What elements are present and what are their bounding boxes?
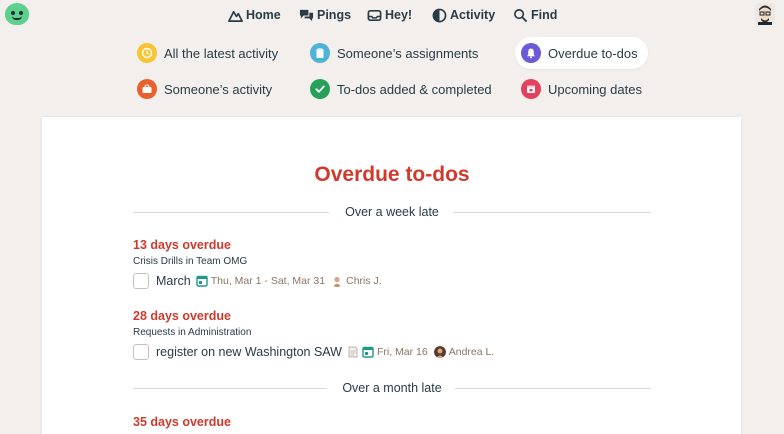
- nav-home-label: Home: [246, 8, 281, 22]
- assignee-name: Chris J.: [346, 275, 382, 287]
- todo-item: register on new Washington SAW Fri, Mar …: [133, 343, 500, 361]
- todo-title[interactable]: register on new Washington SAW: [156, 345, 342, 359]
- notes-icon: [348, 346, 358, 358]
- filter-label: Someone’s activity: [164, 81, 273, 97]
- todo-checkbox[interactable]: [133, 344, 149, 360]
- page-title: Overdue to-dos: [314, 163, 470, 186]
- calendar-icon: [362, 346, 374, 358]
- chat-bubbles-icon: [299, 9, 314, 21]
- checkmark-icon: [310, 79, 330, 99]
- todo-dates: Fri, Mar 16: [376, 346, 428, 358]
- briefcase-icon: [137, 79, 157, 99]
- bell-icon: [521, 43, 541, 63]
- search-icon: [514, 8, 528, 22]
- section-divider-month: Over a month late: [133, 381, 651, 395]
- user-avatar[interactable]: [755, 3, 775, 25]
- overdue-label: 13 days overdue: [133, 238, 231, 252]
- filter-label: Upcoming dates: [548, 81, 642, 97]
- top-bar: Home Pings Hey! Activity Find: [0, 0, 784, 30]
- filter-someones-assignments[interactable]: Someone’s assignments: [304, 37, 488, 69]
- filter-todos-added-completed[interactable]: To-dos added & completed: [304, 73, 502, 105]
- overdue-label: 35 days overdue: [133, 415, 231, 429]
- todo-dates: Thu, Mar 1 - Sat, Mar 31: [210, 275, 326, 287]
- filter-overdue-todos[interactable]: Overdue to-dos: [515, 37, 648, 69]
- nav-activity-label: Activity: [450, 8, 496, 22]
- assignee-avatar-icon: [433, 346, 446, 358]
- filter-label: Someone’s assignments: [337, 45, 479, 61]
- project-label[interactable]: Crisis Drills in Team OMG: [133, 256, 247, 267]
- nav-hey-label: Hey!: [385, 8, 413, 22]
- nav-activity[interactable]: Activity: [432, 5, 495, 25]
- project-label[interactable]: Requests in Administration: [133, 327, 251, 338]
- main-nav: Home Pings Hey! Activity Find: [0, 5, 784, 25]
- todo-item: March Thu, Mar 1 - Sat, Mar 31 Chris J.: [133, 272, 388, 290]
- filter-label: All the latest activity: [164, 45, 279, 61]
- section-divider-week: Over a week late: [133, 205, 651, 219]
- calendar-icon: [196, 275, 208, 287]
- section-heading: Over a week late: [345, 205, 439, 219]
- filter-label: Overdue to-dos: [548, 45, 638, 61]
- filter-label: To-dos added & completed: [337, 81, 492, 97]
- user-face-icon: [755, 3, 775, 25]
- todo-title[interactable]: March: [156, 274, 191, 288]
- assignee[interactable]: Chris J.: [331, 275, 388, 287]
- filter-latest-activity[interactable]: All the latest activity: [131, 37, 288, 69]
- calendar-icon: [521, 79, 541, 99]
- filter-upcoming-dates[interactable]: Upcoming dates: [515, 73, 652, 105]
- assignee-name: Andrea L.: [448, 346, 495, 358]
- overdue-label: 28 days overdue: [133, 309, 231, 323]
- clock-icon: [137, 43, 157, 63]
- filter-someones-activity[interactable]: Someone’s activity: [131, 73, 282, 105]
- nav-find-label: Find: [531, 8, 558, 22]
- nav-home[interactable]: Home: [228, 5, 281, 25]
- mountain-icon: [228, 10, 243, 22]
- nav-find[interactable]: Find: [513, 5, 557, 25]
- assignee[interactable]: Andrea L.: [433, 346, 501, 358]
- todo-checkbox[interactable]: [133, 273, 149, 289]
- nav-pings[interactable]: Pings: [299, 5, 351, 25]
- inbox-icon: [367, 9, 382, 21]
- nav-hey[interactable]: Hey!: [367, 5, 412, 25]
- assignee-avatar-icon: [332, 276, 342, 287]
- clipboard-icon: [310, 43, 330, 63]
- section-heading: Over a month late: [342, 381, 442, 395]
- activity-half-circle-icon: [432, 8, 447, 22]
- nav-pings-label: Pings: [317, 8, 352, 22]
